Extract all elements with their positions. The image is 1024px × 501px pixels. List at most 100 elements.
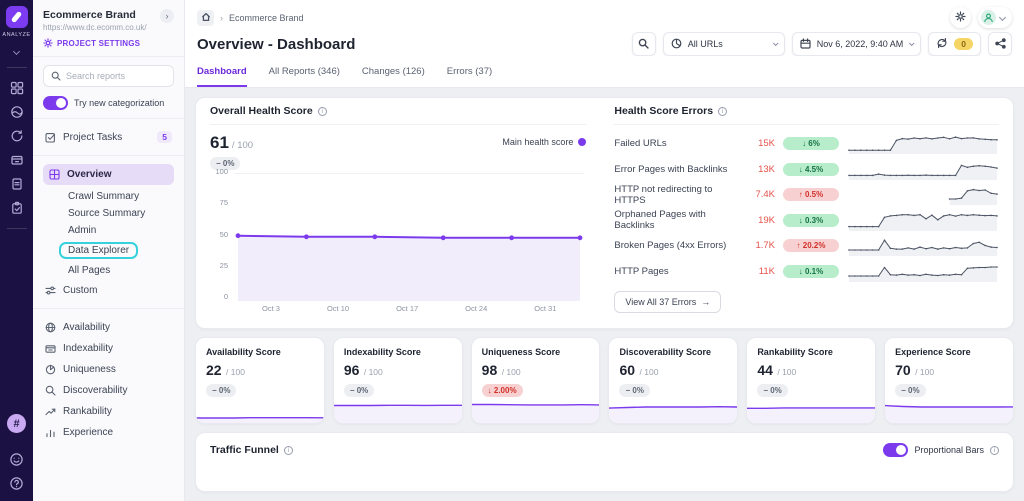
error-row[interactable]: Broken Pages (4xx Errors) 1.7K ↑ 20.2% bbox=[614, 233, 999, 259]
error-sparkline bbox=[847, 235, 999, 257]
traffic-funnel-title: Traffic Funnel bbox=[210, 444, 279, 456]
rail-chevron-down-icon[interactable] bbox=[12, 41, 21, 59]
legend-dot bbox=[578, 138, 587, 146]
settings-button[interactable] bbox=[950, 7, 971, 28]
app-root: ANALYZE # Ecommerce Brand https://www.dc… bbox=[0, 0, 1024, 501]
score-sparkline bbox=[747, 397, 876, 423]
feedback-smiley-icon[interactable] bbox=[5, 447, 29, 471]
url-filter-dropdown[interactable]: All URLs bbox=[662, 32, 785, 56]
history-icon[interactable] bbox=[5, 124, 29, 148]
breadcrumb-separator: › bbox=[220, 12, 223, 23]
score-card-uniqueness[interactable]: Uniqueness Score 98 / 100 ↓ 2.00% bbox=[470, 337, 601, 424]
legend-label: Main health score bbox=[502, 137, 574, 147]
sidebar-item-crawl-summary[interactable]: Crawl Summary bbox=[68, 188, 174, 205]
date-picker-dropdown[interactable]: Nov 6, 2022, 9:40 AM bbox=[791, 32, 922, 56]
sliders-icon bbox=[45, 285, 56, 296]
score-card-indexability[interactable]: Indexability Score 96 / 100 − 0% bbox=[332, 337, 463, 424]
sidebar-item-availability[interactable]: Availability bbox=[43, 317, 174, 338]
chevron-down-icon bbox=[998, 13, 1007, 22]
error-row[interactable]: HTTP not redirecting to HTTPS 7.4K ↑ 0.5… bbox=[614, 182, 999, 208]
score-sparkline bbox=[885, 397, 1013, 423]
health-chart-yaxis: 100 75 50 25 0 bbox=[215, 167, 228, 301]
trend-badge: ↓ 0.3% bbox=[782, 213, 839, 227]
account-menu[interactable] bbox=[978, 7, 1012, 28]
search-icon bbox=[638, 38, 649, 51]
error-row[interactable]: HTTP Pages 11K ↓ 0.1% bbox=[614, 259, 999, 285]
sidebar-item-project-tasks[interactable]: Project Tasks 5 bbox=[43, 127, 174, 147]
sync-arrows-icon bbox=[936, 37, 948, 51]
sidebar-item-custom[interactable]: Custom bbox=[43, 281, 174, 300]
health-score-chart[interactable] bbox=[234, 173, 585, 301]
score-card-availability[interactable]: Availability Score 22 / 100 − 0% bbox=[195, 337, 325, 424]
error-sparkline bbox=[847, 210, 999, 231]
health-panel: Overall Health Score i 61/ 100 − 0% Main… bbox=[195, 97, 1014, 329]
pie-chart-icon bbox=[45, 364, 56, 375]
sidebar-item-data-explorer[interactable]: Data Explorer bbox=[59, 242, 139, 259]
home-icon bbox=[201, 9, 211, 27]
trend-badge: ↑ 20.2% bbox=[782, 239, 839, 253]
tasks-clipboard-icon[interactable] bbox=[5, 196, 29, 220]
trend-up-icon bbox=[45, 406, 56, 417]
bar-chart-icon bbox=[45, 427, 56, 438]
hash-channel-icon[interactable]: # bbox=[7, 414, 26, 433]
errors-title: Health Score Errors bbox=[614, 105, 714, 117]
view-all-errors-button[interactable]: View All 37 Errors → bbox=[614, 291, 722, 313]
error-row[interactable]: Error Pages with Backlinks 13K ↓ 4.5% bbox=[614, 157, 999, 183]
compare-crawls-button[interactable]: 0 bbox=[928, 32, 981, 56]
trend-badge: ↓ 2.00% bbox=[481, 384, 523, 397]
sidebar-item-admin[interactable]: Admin bbox=[68, 222, 174, 239]
tab-dashboard[interactable]: Dashboard bbox=[197, 66, 247, 87]
sidebar-item-indexability[interactable]: Indexability bbox=[43, 338, 174, 359]
sidebar-item-source-summary[interactable]: Source Summary bbox=[68, 205, 174, 222]
search-reports-box[interactable] bbox=[43, 65, 174, 87]
error-row[interactable]: Failed URLs 15K ↓ 6% bbox=[614, 131, 999, 157]
trend-badge: − 0% bbox=[757, 384, 788, 397]
sidebar-item-uniqueness[interactable]: Uniqueness bbox=[43, 359, 174, 380]
project-url: https://www.dc.ecomm.co.uk/ bbox=[43, 23, 147, 32]
overview-grid-icon bbox=[49, 169, 60, 180]
info-icon[interactable]: i bbox=[317, 106, 327, 116]
info-icon[interactable]: i bbox=[283, 445, 293, 455]
sidebar-item-all-pages[interactable]: All Pages bbox=[68, 262, 174, 279]
info-icon[interactable]: i bbox=[990, 445, 999, 455]
health-chart-xaxis: Oct 3 Oct 10 Oct 17 Oct 24 Oct 31 bbox=[262, 304, 557, 313]
tab-bar: Dashboard All Reports (346) Changes (126… bbox=[185, 56, 1024, 88]
search-icon bbox=[51, 71, 61, 81]
error-sparkline bbox=[847, 159, 999, 180]
breadcrumb-home-button[interactable] bbox=[197, 9, 214, 27]
proportional-bars-toggle[interactable] bbox=[883, 443, 909, 457]
score-card-experience[interactable]: Experience Score 70 / 100 − 0% bbox=[884, 337, 1014, 424]
breadcrumb[interactable]: Ecommerce Brand bbox=[229, 13, 304, 23]
globe-reports-icon[interactable] bbox=[5, 100, 29, 124]
brand-logo-icon[interactable] bbox=[5, 6, 28, 28]
search-button[interactable] bbox=[631, 32, 656, 56]
document-icon[interactable] bbox=[5, 172, 29, 196]
sidebar-item-rankability[interactable]: Rankability bbox=[43, 401, 174, 422]
info-icon[interactable]: i bbox=[718, 106, 728, 116]
apps-grid-icon[interactable] bbox=[5, 76, 29, 100]
tasks-count-badge: 5 bbox=[157, 131, 172, 143]
archive-icon[interactable] bbox=[5, 148, 29, 172]
tab-errors[interactable]: Errors (37) bbox=[447, 66, 492, 87]
project-settings-link[interactable]: PROJECT SETTINGS bbox=[43, 38, 174, 48]
score-card-discoverability[interactable]: Discoverability Score 60 / 100 − 0% bbox=[608, 337, 739, 424]
icon-rail: ANALYZE # bbox=[0, 0, 33, 501]
categorization-toggle[interactable] bbox=[43, 96, 68, 110]
project-sidebar: Ecommerce Brand https://www.dc.ecomm.co.… bbox=[33, 0, 185, 501]
tab-changes[interactable]: Changes (126) bbox=[362, 66, 425, 87]
sidebar-item-overview[interactable]: Overview bbox=[43, 164, 174, 185]
search-reports-input[interactable] bbox=[66, 71, 166, 81]
help-icon[interactable] bbox=[5, 471, 29, 495]
sidebar-item-discoverability[interactable]: Discoverability bbox=[43, 380, 174, 401]
score-cards-row: Availability Score 22 / 100 − 0% Indexab… bbox=[195, 337, 1014, 424]
score-card-rankability[interactable]: Rankability Score 44 / 100 − 0% bbox=[746, 337, 877, 424]
trend-badge: − 0% bbox=[343, 384, 375, 397]
chevron-down-icon bbox=[909, 40, 915, 47]
tab-all-reports[interactable]: All Reports (346) bbox=[269, 66, 340, 87]
error-sparkline bbox=[847, 184, 999, 206]
error-row[interactable]: Orphaned Pages with Backlinks 19K ↓ 0.3% bbox=[614, 208, 999, 234]
share-button[interactable] bbox=[988, 32, 1012, 56]
health-score-value: 61 bbox=[210, 133, 229, 152]
project-switcher-button[interactable]: › bbox=[160, 9, 174, 23]
sidebar-item-experience[interactable]: Experience bbox=[43, 422, 174, 443]
